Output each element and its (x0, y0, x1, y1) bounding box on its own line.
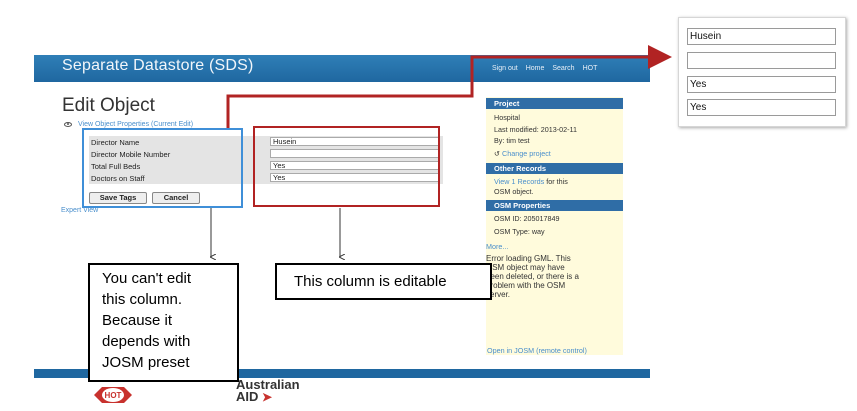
note-line: depends with (102, 333, 191, 350)
expert-view-link[interactable]: Expert View (61, 207, 98, 214)
hot-logo: HOT (94, 387, 132, 403)
osm-properties-heading: OSM Properties (486, 200, 623, 211)
view-properties-label: View Object Properties (Current Edit) (78, 121, 194, 128)
zoom-field: Husein (687, 28, 836, 45)
last-modified: Last modified: 2013-02-11 (494, 125, 577, 134)
records-text: View 1 Records for this (494, 177, 568, 186)
change-icon: ↺ (494, 149, 501, 158)
osm-type: OSM Type: way (494, 227, 545, 236)
osm-object-text: OSM object. (494, 187, 534, 196)
modified-by: By: tim test (494, 136, 530, 145)
project-heading: Project (486, 98, 623, 109)
zoomed-value-panel: Husein Yes Yes (678, 17, 846, 127)
open-in-josm-link[interactable]: Open in JOSM (remote control) (487, 346, 587, 355)
zoom-field: Yes (687, 76, 836, 93)
editable-note: This column is editable (275, 263, 492, 300)
nav-home[interactable]: Home (526, 65, 545, 72)
nav-search[interactable]: Search (552, 65, 574, 72)
change-project-label: Change project (502, 149, 551, 158)
zoom-field: Yes (687, 99, 836, 116)
note-line: Because it (102, 312, 173, 329)
project-name: Hospital (494, 113, 520, 122)
error-line: OSM object may have (486, 263, 565, 272)
more-link[interactable]: More... (486, 242, 508, 251)
error-line: problem with the OSM (486, 281, 566, 290)
view-records-link[interactable]: View 1 Records (494, 177, 544, 186)
nav-hot[interactable]: HOT (583, 65, 598, 72)
error-line: Error loading GML. This (486, 254, 571, 263)
aus-logo-line2: AID ➤ (236, 389, 273, 404)
osm-id: OSM ID: 205017849 (494, 214, 560, 223)
nav-sign-out[interactable]: Sign out (492, 65, 518, 72)
non-editable-column-highlight (82, 128, 243, 208)
error-line: been deleted, or there is a (486, 272, 579, 281)
kangaroo-icon: ➤ (262, 390, 273, 404)
editable-column-highlight (253, 126, 440, 207)
app-title: Separate Datastore (SDS) (62, 57, 254, 74)
page-title: Edit Object (62, 95, 155, 116)
top-nav: Sign out Home Search HOT (492, 65, 605, 72)
note-line: JOSM preset (102, 354, 190, 371)
non-editable-note: You can't edit this column. Because it d… (88, 263, 239, 382)
change-project-link[interactable]: ↺ Change project (494, 149, 551, 158)
view-properties-link[interactable]: View Object Properties (Current Edit) (64, 121, 193, 128)
error-line: server. (486, 290, 511, 299)
error-message: Error loading GML. This OSM object may h… (486, 254, 621, 299)
hot-logo-text: HOT (105, 391, 122, 400)
eye-icon (64, 121, 72, 127)
note-line: this column. (102, 291, 183, 308)
zoom-field (687, 52, 836, 69)
australian-aid-logo: Australian AID ➤ (236, 378, 300, 404)
note-line: You can't edit (102, 270, 192, 287)
records-text-rest: for this (544, 177, 568, 186)
other-records-heading: Other Records (486, 163, 623, 174)
